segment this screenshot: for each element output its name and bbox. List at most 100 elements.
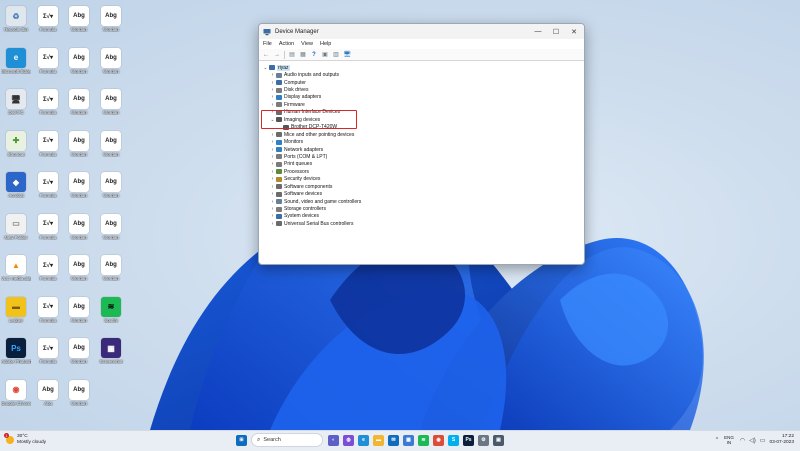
desktop-icon[interactable]: ✚ Shortcut: [1, 130, 31, 157]
desktop-icon[interactable]: Σ√▾ Formula: [33, 89, 63, 115]
store-icon[interactable]: ▦: [403, 434, 414, 446]
tree-category[interactable]: › Processors: [259, 168, 584, 175]
chevron-right-icon[interactable]: ›: [269, 72, 276, 78]
chevron-right-icon[interactable]: ›: [269, 139, 276, 145]
desktop-icon[interactable]: Σ√▾ Formula: [33, 213, 63, 240]
desktop-icon[interactable]: Σ√▾ Formula: [33, 172, 63, 198]
desktop-icon[interactable]: Abg Wordart: [64, 6, 94, 32]
start-button[interactable]: ⊞: [236, 434, 247, 446]
tray-overflow-icon[interactable]: ^: [716, 437, 718, 443]
desktop-icon[interactable]: e Microsoft Edge: [1, 47, 31, 74]
show-hide-console-tree-icon[interactable]: ▤: [288, 51, 296, 59]
desktop-icon[interactable]: Abg Wordart: [64, 213, 94, 240]
device-manager-icon[interactable]: ▣: [493, 434, 504, 446]
scan-hardware-icon[interactable]: 🖥: [343, 51, 351, 59]
action-pane-icon[interactable]: ▣: [321, 51, 329, 59]
chevron-right-icon[interactable]: ›: [269, 213, 276, 219]
desktop-icon[interactable]: ♻ Recycle Bin: [1, 6, 31, 32]
desktop-icon[interactable]: Abg Wordart: [96, 255, 126, 281]
forward-icon[interactable]: →: [273, 51, 281, 59]
spotify-icon[interactable]: ≋: [418, 434, 429, 446]
chevron-right-icon[interactable]: ›: [269, 161, 276, 167]
tree-category[interactable]: › Human Interface Devices: [259, 109, 584, 116]
chevron-right-icon[interactable]: ›: [269, 199, 276, 205]
desktop-icon[interactable]: PsAdobe Photoshop: [1, 338, 31, 364]
chevron-right-icon[interactable]: ›: [269, 94, 276, 100]
maximize-button[interactable]: ☐: [547, 24, 565, 39]
edge-icon[interactable]: e: [358, 434, 369, 446]
chevron-right-icon[interactable]: ›: [269, 184, 276, 190]
chevron-down-icon[interactable]: ⌄: [269, 117, 276, 123]
chevron-right-icon[interactable]: ›: [269, 87, 276, 93]
chrome-icon[interactable]: ◉: [433, 434, 444, 446]
tree-category[interactable]: › System devices: [259, 213, 584, 220]
desktop-icon[interactable]: Σ√▾ Formula: [33, 6, 63, 32]
desktop-icon[interactable]: Σ√▾ Formula: [33, 255, 63, 281]
chevron-right-icon[interactable]: ›: [269, 154, 276, 160]
desktop-icon[interactable]: Abg Wordart: [96, 6, 126, 32]
tree-category[interactable]: › Universal Serial Bus controllers: [259, 220, 584, 227]
desktop-icon[interactable]: ▦ Screenshot: [96, 338, 126, 364]
photoshop-icon[interactable]: Ps: [463, 434, 474, 446]
tree-category[interactable]: › Monitors: [259, 138, 584, 145]
tree-category[interactable]: ⌄ Imaging devices: [259, 116, 584, 123]
tree-root[interactable]: ⌄ riyaz: [259, 64, 584, 71]
copilot-icon[interactable]: ◍: [343, 434, 354, 446]
chevron-right-icon[interactable]: ›: [269, 132, 276, 138]
desktop-icon[interactable]: Abg Wordart: [64, 338, 94, 364]
collapse-chevron-icon[interactable]: ⌄: [262, 65, 269, 71]
menu-file[interactable]: File: [263, 41, 272, 47]
desktop-icon[interactable]: Abg Wordart: [64, 89, 94, 115]
tree-child-item[interactable]: Brother DCP-T420W: [259, 124, 584, 131]
desktop-icon[interactable]: Abg Wordart: [64, 255, 94, 281]
chevron-right-icon[interactable]: ›: [269, 206, 276, 212]
desktop-icon[interactable]: Σ√▾ Formula: [33, 338, 63, 364]
properties-icon[interactable]: ▦: [299, 51, 307, 59]
mail-icon[interactable]: ✉: [388, 434, 399, 446]
wifi-icon[interactable]: ◠: [740, 437, 745, 444]
tree-category[interactable]: › Security devices: [259, 176, 584, 183]
desktop-icon[interactable]: Abg Wordart: [96, 172, 126, 198]
desktop-icon[interactable]: Abg Wordart: [96, 213, 126, 240]
desktop-icon[interactable]: Σ√▾ Formula: [33, 130, 63, 157]
skype-icon[interactable]: S: [448, 434, 459, 446]
chevron-right-icon[interactable]: ›: [269, 147, 276, 153]
desktop-icon[interactable]: ▬ Ledger: [1, 296, 31, 323]
view-icon[interactable]: ▥: [332, 51, 340, 59]
desktop-icon[interactable]: Abg Wordart: [64, 379, 94, 406]
battery-icon[interactable]: ▭: [760, 437, 766, 444]
help-icon[interactable]: ?: [310, 51, 318, 59]
chevron-right-icon[interactable]: ›: [269, 169, 276, 175]
desktop-icon[interactable]: Abg Wordart: [64, 130, 94, 157]
desktop-icon[interactable]: Abg Wordart: [96, 47, 126, 74]
tree-category[interactable]: › Computer: [259, 79, 584, 86]
tree-category[interactable]: › Print queues: [259, 161, 584, 168]
chevron-right-icon[interactable]: ›: [269, 102, 276, 108]
menu-help[interactable]: Help: [320, 41, 331, 47]
desktop-icon[interactable]: Abg Wordart: [96, 130, 126, 157]
device-manager-window[interactable]: Device Manager — ☐ ✕ File Action View He…: [258, 23, 585, 265]
settings-icon[interactable]: ⚙: [478, 434, 489, 446]
tree-category[interactable]: › Software devices: [259, 190, 584, 197]
desktop-icon[interactable]: Abg Wordart: [64, 172, 94, 198]
chevron-right-icon[interactable]: ›: [269, 221, 276, 227]
file-explorer-icon[interactable]: ▬: [373, 434, 384, 446]
desktop-icon[interactable]: Abg Abg: [33, 379, 63, 406]
tree-category[interactable]: › Display adapters: [259, 94, 584, 101]
desktop-icon[interactable]: ◉ Google Chrome: [1, 379, 31, 406]
tree-category[interactable]: › Firmware: [259, 101, 584, 108]
tree-category[interactable]: › Ports (COM & LPT): [259, 153, 584, 160]
desktop-icon[interactable]: ◆ Acrobat: [1, 172, 31, 198]
language-indicator[interactable]: ENG IN: [724, 435, 734, 445]
chevron-right-icon[interactable]: ›: [269, 80, 276, 86]
chevron-right-icon[interactable]: ›: [269, 176, 276, 182]
chevron-right-icon[interactable]: ›: [269, 109, 276, 115]
tree-category[interactable]: › Software components: [259, 183, 584, 190]
desktop-icon[interactable]: Σ√▾ Formula: [33, 296, 63, 323]
tree-category[interactable]: › Audio inputs and outputs: [259, 71, 584, 78]
chevron-right-icon[interactable]: ›: [269, 191, 276, 197]
desktop-icon[interactable]: Σ√▾ Formula: [33, 47, 63, 74]
taskbar-search[interactable]: ⌕ Search: [251, 433, 323, 447]
close-button[interactable]: ✕: [565, 24, 583, 39]
desktop-icon[interactable]: Abg Wordart: [96, 89, 126, 115]
